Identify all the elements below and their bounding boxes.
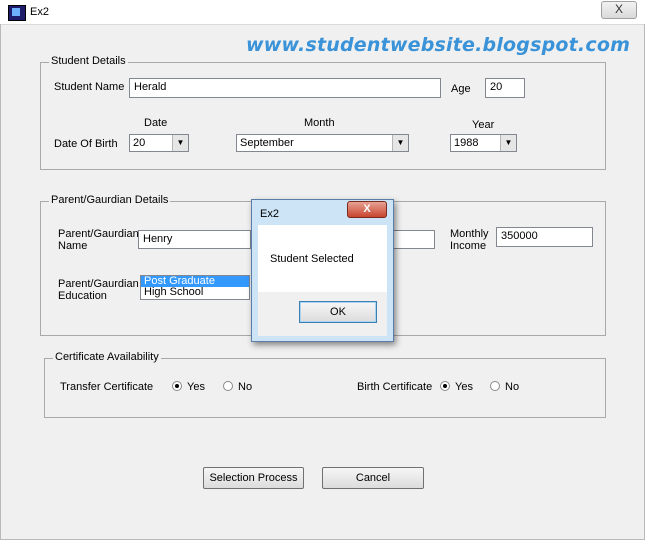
age-input[interactable]: 20 [485, 78, 525, 98]
month-select[interactable]: September ▼ [236, 134, 409, 152]
ok-button[interactable]: OK [299, 301, 377, 323]
year-select[interactable]: 1988 ▼ [450, 134, 517, 152]
dialog-footer: OK [258, 292, 387, 336]
date-select-value: 20 [133, 137, 146, 149]
birth-certificate-label: Birth Certificate [357, 381, 433, 393]
watermark-text: www.studentwebsite.blogspot.com [246, 34, 631, 56]
transfer-no-label: No [238, 381, 253, 393]
transfer-no-radio[interactable] [223, 381, 233, 391]
education-label-line1: Parent/Gaurdian [58, 278, 139, 290]
student-name-input[interactable]: Herald [129, 78, 441, 98]
transfer-yes-radio[interactable] [172, 381, 182, 391]
year-select-value: 1988 [454, 137, 479, 149]
birth-no-label: No [505, 381, 520, 393]
month-select-value: September [240, 137, 294, 149]
date-header: Date [144, 117, 168, 129]
age-label: Age [451, 83, 471, 95]
selection-process-button[interactable]: Selection Process [203, 467, 304, 489]
birth-yes-label: Yes [455, 381, 473, 393]
chevron-down-icon[interactable]: ▼ [392, 135, 408, 151]
student-details-group: Student Details Student Name Herald Age … [40, 55, 606, 170]
birth-yes-radio[interactable] [440, 381, 450, 391]
parent-name-label-line1: Parent/Gaurdian [58, 228, 139, 240]
parent-name-label-line2: Name [58, 240, 88, 252]
dob-label: Date Of Birth [54, 138, 118, 150]
year-header: Year [472, 119, 495, 131]
income-input[interactable]: 350000 [496, 227, 593, 247]
parent-details-legend: Parent/Gaurdian Details [49, 194, 171, 206]
parent-name-input[interactable]: Henry [138, 230, 251, 249]
chevron-down-icon[interactable]: ▼ [172, 135, 188, 151]
transfer-yes-label: Yes [187, 381, 205, 393]
birth-no-radio[interactable] [490, 381, 500, 391]
chevron-down-icon[interactable]: ▼ [500, 135, 516, 151]
app-icon [8, 5, 26, 21]
date-select[interactable]: 20 ▼ [129, 134, 189, 152]
month-header: Month [304, 117, 335, 129]
occupation-input[interactable] [393, 230, 435, 249]
income-label-line1: Monthly [450, 228, 489, 240]
student-details-legend: Student Details [49, 55, 128, 67]
education-listbox[interactable]: Post Graduate High School [140, 275, 250, 300]
education-label-line2: Education [58, 290, 107, 302]
income-label-line2: Income [450, 240, 487, 252]
list-item[interactable]: High School [141, 287, 249, 298]
certificate-group: Certificate Availability Transfer Certif… [44, 351, 606, 418]
student-name-label: Student Name [54, 81, 125, 93]
dialog-close-button[interactable]: X [347, 201, 387, 218]
window-title: Ex2 [30, 6, 49, 18]
title-bar: Ex2 X [0, 0, 645, 25]
cancel-button[interactable]: Cancel [322, 467, 424, 489]
certificate-legend: Certificate Availability [53, 351, 161, 363]
window-close-button[interactable]: X [601, 1, 637, 19]
dialog-title: Ex2 [260, 208, 279, 220]
transfer-certificate-label: Transfer Certificate [60, 381, 154, 393]
dialog-body: Student Selected [258, 225, 387, 292]
dialog-message: Student Selected [270, 253, 354, 265]
message-dialog: Ex2 X Student Selected OK [251, 199, 394, 342]
